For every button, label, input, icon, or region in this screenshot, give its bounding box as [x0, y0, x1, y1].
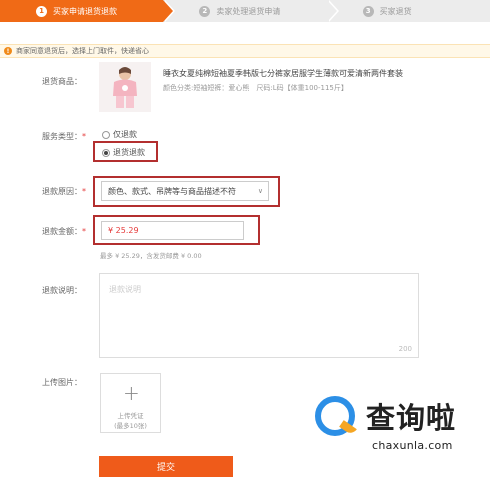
step-return: 3 买家退货: [326, 0, 490, 22]
radio-refund-only[interactable]: 仅退款: [102, 129, 137, 140]
watermark-domain: chaxunla.com: [372, 439, 453, 452]
warning-icon: !: [4, 47, 12, 55]
reason-label: 退款原因：*: [42, 187, 86, 196]
product-attributes: 颜色分类:短袖短裤：爱心熊 尺码:L码【体重100-115斤】: [163, 84, 348, 92]
product-thumbnail[interactable]: [99, 62, 151, 112]
step-seller-process: 2 卖家处理退货申请: [163, 0, 339, 22]
upload-label: 上传图片：: [42, 378, 82, 387]
product-photo-icon: [99, 62, 151, 112]
submit-button[interactable]: 提交: [99, 456, 233, 477]
step-label: 卖家处理退货申请: [216, 6, 281, 16]
amount-hint: 最多 ¥ 25.29，含发货邮费 ¥ 0.00: [100, 252, 202, 260]
char-counter: 200: [398, 345, 412, 353]
highlight-box-service: [93, 141, 158, 162]
watermark-brand: 查询啦: [366, 401, 457, 435]
step-number: 1: [36, 5, 47, 17]
notice-text: 商家同意退货后，选择上门取件，快递省心: [16, 47, 149, 55]
highlight-box-reason: [93, 176, 280, 207]
step-apply: 1 买家申请退货退款: [0, 0, 176, 22]
radio-label: 仅退款: [113, 130, 137, 139]
product-title[interactable]: 睡衣女夏纯棉短袖夏季韩版七分裤家居服学生薄款可爱清新两件套装: [163, 68, 403, 79]
step-label: 买家申请退货退款: [53, 6, 117, 16]
description-label: 退款说明：: [42, 286, 82, 295]
step-label: 买家退货: [379, 6, 412, 16]
service-type-label: 服务类型：*: [42, 132, 86, 141]
radio-icon[interactable]: [102, 130, 110, 139]
step-number: 3: [362, 5, 374, 17]
notice-bar: ! 商家同意退货后，选择上门取件，快递省心: [0, 44, 490, 58]
step-arrow-icon: [163, 0, 174, 22]
description-placeholder: 退款说明: [109, 285, 141, 294]
plus-icon: +: [123, 381, 140, 405]
description-textarea[interactable]: 退款说明 200: [99, 273, 419, 358]
highlight-box-amount: [93, 215, 260, 245]
upload-button[interactable]: + 上传凭证 (最多10张): [100, 373, 161, 433]
progress-steps: 1 买家申请退货退款 2 卖家处理退货申请 3 买家退货: [0, 0, 490, 22]
upload-text: 上传凭证: [117, 412, 144, 420]
product-label: 退货商品：: [42, 77, 82, 86]
step-arrow-icon: [326, 0, 337, 22]
amount-label: 退款金额：*: [42, 227, 86, 236]
step-number: 2: [199, 5, 211, 17]
upload-limit: (最多10张): [114, 422, 147, 430]
